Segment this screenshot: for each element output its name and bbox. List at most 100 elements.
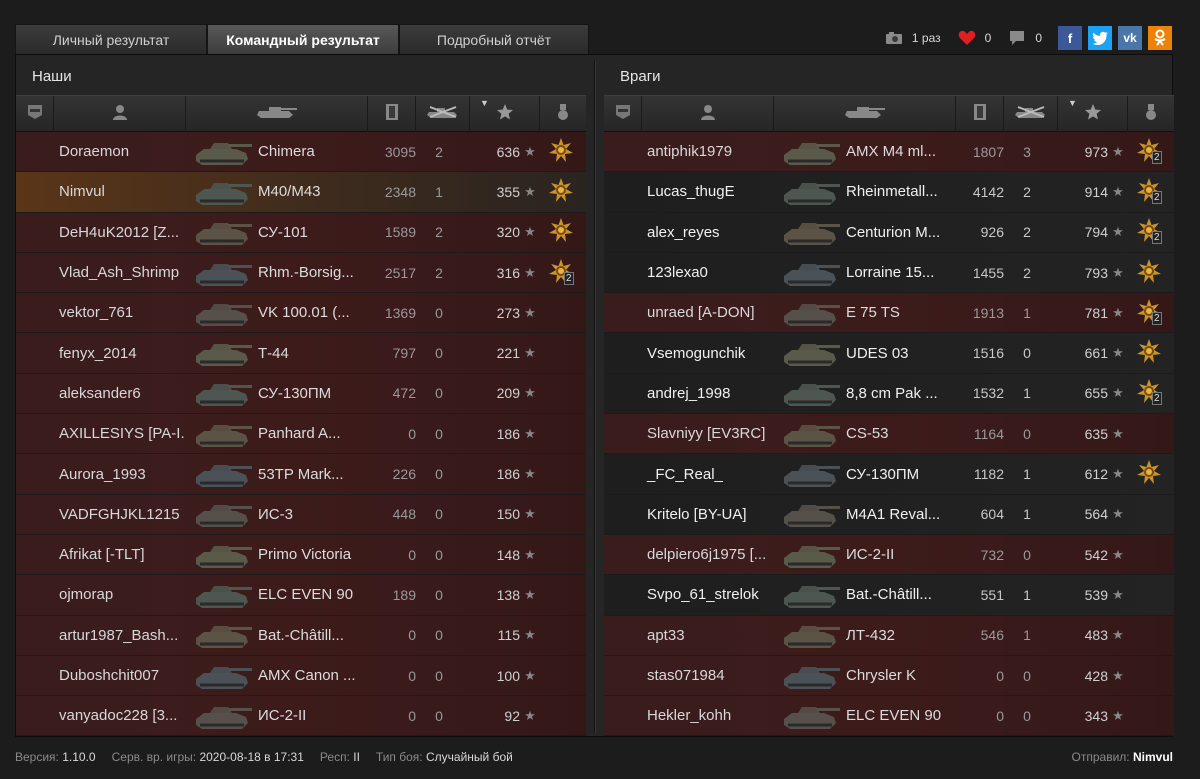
player-name[interactable]: Lucas_thugE — [604, 183, 774, 200]
player-row[interactable]: ojmorap ELC EVEN 90 189 0 138 ★ — [16, 575, 586, 616]
kills-value: 3 — [1023, 143, 1031, 160]
player-row[interactable]: delpiero6j1975 [... ИС-2-II 732 0 542 ★ — [604, 534, 1174, 576]
odnoklassniki-share-button[interactable] — [1148, 26, 1172, 50]
player-row[interactable]: Hekler_kohh ELC EVEN 90 0 0 343 ★ — [604, 696, 1174, 737]
player-name[interactable]: delpiero6j1975 [... — [604, 546, 774, 563]
mastery-medal-icon[interactable] — [548, 177, 574, 207]
player-row[interactable]: vektor_761 VK 100.01 (... 1369 0 273 ★ — [16, 293, 586, 334]
player-row[interactable]: Kritelo [BY-UA] M4A1 Reval... 604 1 564 ★ — [604, 494, 1174, 535]
player-row[interactable]: unraed [A-DON] E 75 TS 1913 1 781 ★ 2 — [604, 293, 1174, 334]
tank-column-header[interactable] — [186, 96, 368, 132]
player-name[interactable]: antiphik1979 — [604, 143, 774, 160]
player-name[interactable]: alex_reyes — [604, 224, 774, 241]
player-name[interactable]: unraed [A-DON] — [604, 304, 774, 321]
player-row[interactable]: Lucas_thugE Rheinmetall... 4142 2 914 ★ 2 — [604, 172, 1174, 213]
tab-team-result[interactable]: Командный результат — [207, 24, 399, 54]
player-row[interactable]: Aurora_1993 53TP Mark... 226 0 186 ★ — [16, 454, 586, 495]
damage-value: 472 — [392, 385, 416, 402]
player-row[interactable]: alex_reyes Centurion M... 926 2 794 ★ 2 — [604, 212, 1174, 253]
player-name[interactable]: Nimvul — [16, 183, 186, 200]
player-name[interactable]: Vsemogunchik — [604, 345, 774, 362]
tank-icon — [255, 105, 299, 124]
damage-column-header[interactable] — [368, 96, 416, 132]
player-name[interactable]: vektor_761 — [16, 304, 186, 321]
damage-column-header[interactable] — [956, 96, 1004, 132]
player-row[interactable]: _FC_Real_ СУ-130ПМ 1182 1 612 ★ — [604, 454, 1174, 495]
player-name[interactable]: VADFGHJKL1215 — [16, 506, 186, 523]
tab-detailed-report[interactable]: Подробный отчёт — [399, 24, 589, 54]
player-name[interactable]: Slavniyy [EV3RC] — [604, 425, 774, 442]
damage-value: 0 — [408, 425, 416, 442]
player-row[interactable]: VADFGHJKL1215 ИС-3 448 0 150 ★ — [16, 494, 586, 535]
player-row[interactable]: vanyadoc228 [3... ИС-2-II 0 0 92 ★ — [16, 696, 586, 737]
xp-column-header[interactable]: ▼ — [470, 96, 540, 132]
medal-column-header[interactable] — [1128, 96, 1174, 132]
player-row[interactable]: andrej_1998 8,8 cm Pak ... 1532 1 655 ★ 2 — [604, 373, 1174, 415]
player-name[interactable]: apt33 — [604, 627, 774, 644]
player-row[interactable]: artur1987_Bash... Bat.-Châtill... 0 0 115 ★ — [16, 615, 586, 656]
player-name[interactable]: fenyx_2014 — [16, 345, 186, 362]
player-name[interactable]: Afrikat [-TLT] — [16, 546, 186, 563]
player-name[interactable]: 123lexa0 — [604, 264, 774, 281]
player-name[interactable]: aleksander6 — [16, 385, 186, 402]
twitter-share-button[interactable] — [1088, 26, 1112, 50]
player-row[interactable]: Duboshchit007 AMX Canon ... 0 0 100 ★ — [16, 655, 586, 697]
mastery-medal-icon[interactable] — [1136, 459, 1162, 489]
player-row[interactable]: DeH4uK2012 [Z... СУ-101 1589 2 320 ★ — [16, 212, 586, 253]
player-name[interactable]: Doraemon — [16, 143, 186, 160]
mastery-medal-icon[interactable] — [548, 137, 574, 167]
player-name[interactable]: AXILLESIYS [PA-I... — [16, 425, 186, 442]
player-name[interactable]: Svpo_61_strelok — [604, 586, 774, 603]
player-name[interactable]: Aurora_1993 — [16, 466, 186, 483]
likes-counter[interactable]: 0 — [957, 30, 991, 46]
xp-star-icon: ★ — [1112, 506, 1124, 522]
player-row[interactable]: fenyx_2014 Т-44 797 0 221 ★ — [16, 333, 586, 374]
player-name[interactable]: Hekler_kohh — [604, 707, 774, 724]
player-column-header[interactable] — [54, 96, 186, 132]
facebook-share-button[interactable]: f — [1058, 26, 1082, 50]
platoon-column-header[interactable] — [604, 96, 642, 132]
player-row[interactable]: AXILLESIYS [PA-I... Panhard A... 0 0 186 ★ — [16, 414, 586, 455]
player-name[interactable]: artur1987_Bash... — [16, 627, 186, 644]
tab-personal-result[interactable]: Личный результат — [15, 24, 207, 54]
comment-icon[interactable] — [1007, 30, 1027, 46]
player-name[interactable]: stas071984 — [604, 667, 774, 684]
player-row[interactable]: Vsemogunchik UDES 03 1516 0 661 ★ — [604, 333, 1174, 374]
platoon-column-header[interactable] — [16, 96, 54, 132]
player-name[interactable]: _FC_Real_ — [604, 466, 774, 483]
player-row[interactable]: Vlad_Ash_Shrimp Rhm.-Borsig... 2517 2 316 ★ 2 — [16, 252, 586, 294]
mastery-medal-icon[interactable] — [548, 217, 574, 247]
player-name[interactable]: DeH4uK2012 [Z... — [16, 224, 186, 241]
sender-value[interactable]: Nimvul — [1133, 750, 1173, 764]
player-row[interactable]: Doraemon Chimera 3095 2 636 ★ — [16, 132, 586, 173]
kills-column-header[interactable] — [1004, 96, 1058, 132]
player-row[interactable]: apt33 ЛТ-432 546 1 483 ★ — [604, 615, 1174, 656]
xp-column-header[interactable]: ▼ — [1058, 96, 1128, 132]
player-row[interactable]: stas071984 Chrysler K 0 0 428 ★ — [604, 655, 1174, 697]
medal-column-header[interactable] — [540, 96, 586, 132]
player-row[interactable]: Afrikat [-TLT] Primo Victoria 0 0 148 ★ — [16, 534, 586, 576]
player-name[interactable]: vanyadoc228 [3... — [16, 707, 186, 724]
player-row[interactable]: Svpo_61_strelok Bat.-Châtill... 551 1 539 ★ — [604, 575, 1174, 616]
player-name[interactable]: ojmorap — [16, 586, 186, 603]
player-row[interactable]: aleksander6 СУ-130ПМ 472 0 209 ★ — [16, 373, 586, 415]
player-name[interactable]: Vlad_Ash_Shrimp — [16, 264, 186, 281]
damage-value: 546 — [980, 627, 1004, 644]
tank-image — [774, 293, 846, 333]
player-name[interactable]: andrej_1998 — [604, 385, 774, 402]
player-name[interactable]: Duboshchit007 — [16, 667, 186, 684]
kills-column-header[interactable] — [416, 96, 470, 132]
mastery-medal-icon[interactable] — [1136, 338, 1162, 368]
comments-counter[interactable]: 0 — [1007, 30, 1042, 46]
server-label: Респ: — [319, 750, 350, 764]
tank-column-header[interactable] — [774, 96, 956, 132]
vk-share-button[interactable]: vk — [1118, 26, 1142, 50]
heart-icon[interactable] — [957, 30, 977, 46]
player-row[interactable]: Nimvul M40/M43 2348 1 355 ★ — [16, 172, 586, 213]
player-row[interactable]: antiphik1979 AMX M4 ml... 1807 3 973 ★ 2 — [604, 132, 1174, 173]
player-column-header[interactable] — [642, 96, 774, 132]
player-name[interactable]: Kritelo [BY-UA] — [604, 506, 774, 523]
mastery-medal-icon[interactable] — [1136, 258, 1162, 288]
player-row[interactable]: 123lexa0 Lorraine 15... 1455 2 793 ★ — [604, 252, 1174, 294]
player-row[interactable]: Slavniyy [EV3RC] CS-53 1164 0 635 ★ — [604, 414, 1174, 455]
